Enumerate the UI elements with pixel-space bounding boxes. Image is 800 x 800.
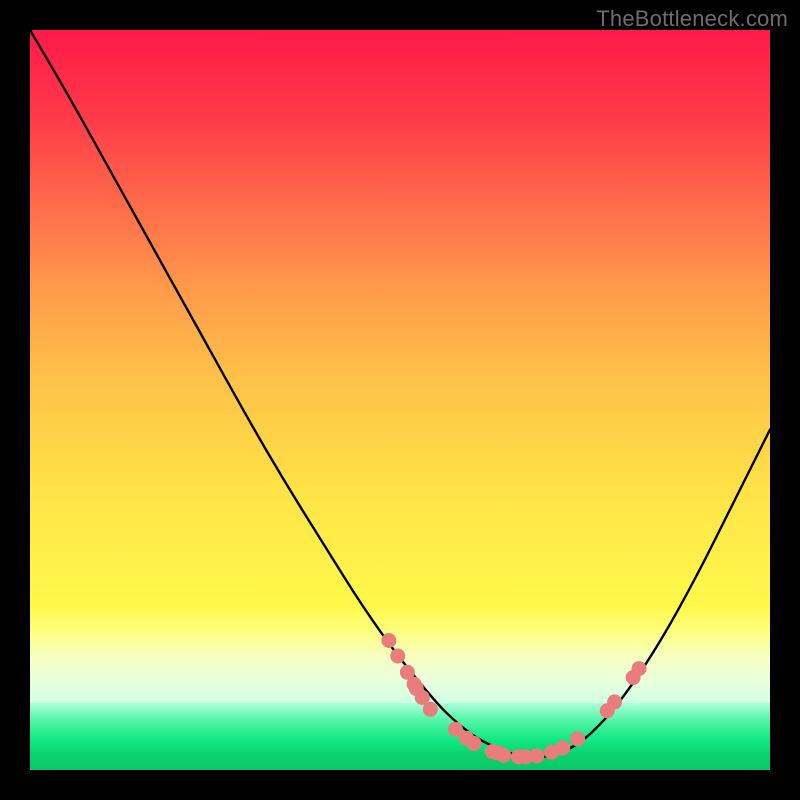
- data-point: [607, 694, 622, 709]
- data-points: [381, 633, 646, 764]
- chart-overlay: [30, 30, 770, 770]
- data-point: [555, 740, 570, 755]
- plot-area: [30, 30, 770, 770]
- data-point: [529, 748, 544, 763]
- data-point: [570, 731, 585, 746]
- bottleneck-curve: [30, 30, 770, 757]
- data-point: [390, 649, 405, 664]
- data-point: [381, 633, 396, 648]
- attribution-label[interactable]: TheBottleneck.com: [596, 6, 788, 32]
- data-point: [496, 748, 511, 763]
- chart-frame: TheBottleneck.com: [0, 0, 800, 800]
- data-point: [632, 661, 647, 676]
- data-point: [467, 736, 482, 751]
- data-point: [423, 702, 438, 717]
